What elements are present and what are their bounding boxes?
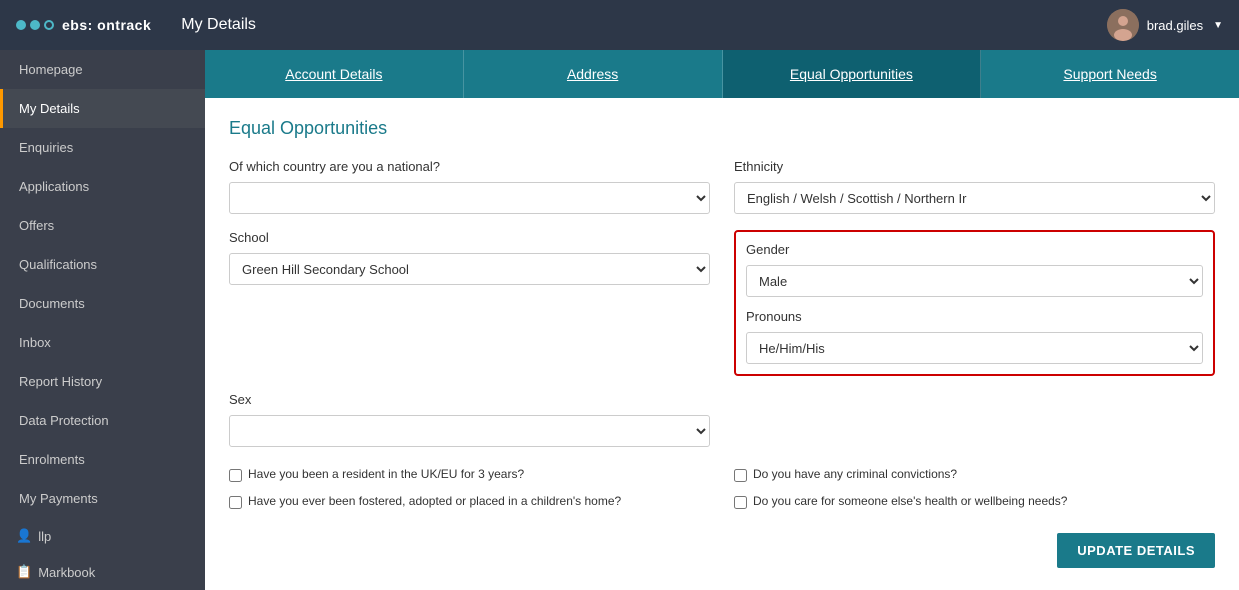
logo-dot-3: [44, 20, 54, 30]
sidebar-label-offers: Offers: [19, 218, 54, 233]
tab-bar: Account Details Address Equal Opportunit…: [205, 50, 1239, 98]
sidebar-label-applications: Applications: [19, 179, 89, 194]
sidebar-label-markbook: Markbook: [38, 565, 95, 580]
form-footer: UPDATE DETAILS: [229, 525, 1215, 580]
checkbox-fostered[interactable]: [229, 496, 242, 509]
checkboxes-grid: Have you been a resident in the UK/EU fo…: [229, 467, 1215, 509]
gender-label: Gender: [746, 242, 1203, 257]
school-label: School: [229, 230, 710, 245]
user-dropdown-arrow: ▼: [1213, 20, 1223, 31]
navbar: ebs: ontrack My Details brad.giles ▼: [0, 0, 1239, 50]
checkbox-item-uk-resident: Have you been a resident in the UK/EU fo…: [229, 467, 710, 482]
sidebar-item-my-details[interactable]: My Details: [0, 89, 205, 128]
ethnicity-label: Ethnicity: [734, 159, 1215, 174]
sidebar-label-my-details: My Details: [19, 101, 80, 116]
checkbox-label-carer: Do you care for someone else's health or…: [753, 494, 1067, 508]
gender-group: Gender Male: [746, 242, 1203, 297]
main-layout: Homepage My Details Enquiries Applicatio…: [0, 50, 1239, 590]
school-group: School Green Hill Secondary School: [229, 230, 710, 376]
form-area: Equal Opportunities Of which country are…: [205, 98, 1239, 590]
sidebar-item-homepage[interactable]: Homepage: [0, 50, 205, 89]
logo-dots: [16, 20, 54, 30]
sidebar-item-llp[interactable]: 👤 llp: [0, 518, 205, 554]
nationality-group: Of which country are you a national?: [229, 159, 710, 214]
logo-dot-1: [16, 20, 26, 30]
sex-select[interactable]: [229, 415, 710, 447]
sidebar-item-inbox[interactable]: Inbox: [0, 323, 205, 362]
checkbox-uk-resident[interactable]: [229, 469, 242, 482]
checkbox-carer[interactable]: [734, 496, 747, 509]
sex-group: Sex: [229, 392, 710, 447]
update-details-button[interactable]: UPDATE DETAILS: [1057, 533, 1215, 568]
logo-text: ebs: ontrack: [62, 17, 151, 33]
checkbox-item-fostered: Have you ever been fostered, adopted or …: [229, 494, 710, 509]
sex-label: Sex: [229, 392, 710, 407]
checkbox-label-uk-resident: Have you been a resident in the UK/EU fo…: [248, 467, 524, 481]
sidebar-label-enquiries: Enquiries: [19, 140, 73, 155]
checkbox-label-criminal: Do you have any criminal convictions?: [753, 467, 957, 481]
pronouns-label: Pronouns: [746, 309, 1203, 324]
section-title: Equal Opportunities: [229, 118, 1215, 139]
sidebar-label-qualifications: Qualifications: [19, 257, 97, 272]
avatar: [1107, 9, 1139, 41]
book-icon: 📋: [16, 564, 32, 580]
logo: ebs: ontrack: [16, 17, 151, 33]
tab-support-needs[interactable]: Support Needs: [981, 50, 1239, 98]
logo-dot-2: [30, 20, 40, 30]
tab-account-details[interactable]: Account Details: [205, 50, 464, 98]
pronouns-select[interactable]: He/Him/His: [746, 332, 1203, 364]
sidebar: Homepage My Details Enquiries Applicatio…: [0, 50, 205, 590]
gender-pronouns-group: Gender Male Pronouns He/Him/His: [734, 230, 1215, 376]
username-label: brad.giles: [1147, 18, 1203, 33]
sidebar-label-llp: llp: [38, 529, 51, 544]
sidebar-item-offers[interactable]: Offers: [0, 206, 205, 245]
page-title: My Details: [181, 16, 1106, 34]
sidebar-item-documents[interactable]: Documents: [0, 284, 205, 323]
sidebar-label-documents: Documents: [19, 296, 85, 311]
sidebar-item-my-payments[interactable]: My Payments: [0, 479, 205, 518]
sidebar-item-enquiries[interactable]: Enquiries: [0, 128, 205, 167]
checkbox-item-carer: Do you care for someone else's health or…: [734, 494, 1215, 509]
sidebar-label-report-history: Report History: [19, 374, 102, 389]
sidebar-item-data-protection[interactable]: Data Protection: [0, 401, 205, 440]
ethnicity-select[interactable]: English / Welsh / Scottish / Northern Ir: [734, 182, 1215, 214]
nationality-select[interactable]: [229, 182, 710, 214]
sidebar-label-homepage: Homepage: [19, 62, 83, 77]
sidebar-item-qualifications[interactable]: Qualifications: [0, 245, 205, 284]
checkbox-item-criminal: Do you have any criminal convictions?: [734, 467, 1215, 482]
sidebar-label-inbox: Inbox: [19, 335, 51, 350]
tab-equal-opportunities[interactable]: Equal Opportunities: [723, 50, 982, 98]
sidebar-item-applications[interactable]: Applications: [0, 167, 205, 206]
pronouns-group: Pronouns He/Him/His: [746, 309, 1203, 364]
gender-select[interactable]: Male: [746, 265, 1203, 297]
tab-address[interactable]: Address: [464, 50, 723, 98]
sidebar-label-data-protection: Data Protection: [19, 413, 109, 428]
checkbox-criminal[interactable]: [734, 469, 747, 482]
ethnicity-group: Ethnicity English / Welsh / Scottish / N…: [734, 159, 1215, 214]
sidebar-item-enrolments[interactable]: Enrolments: [0, 440, 205, 479]
sidebar-label-my-payments: My Payments: [19, 491, 98, 506]
checkbox-label-fostered: Have you ever been fostered, adopted or …: [248, 494, 621, 508]
sidebar-item-report-history[interactable]: Report History: [0, 362, 205, 401]
user-menu[interactable]: brad.giles ▼: [1107, 9, 1223, 41]
sidebar-label-enrolments: Enrolments: [19, 452, 85, 467]
form-grid: Of which country are you a national? Eth…: [229, 159, 1215, 447]
content-area: Account Details Address Equal Opportunit…: [205, 50, 1239, 590]
person-icon: 👤: [16, 528, 32, 544]
sidebar-item-markbook[interactable]: 📋 Markbook: [0, 554, 205, 590]
school-select[interactable]: Green Hill Secondary School: [229, 253, 710, 285]
nationality-label: Of which country are you a national?: [229, 159, 710, 174]
grid-spacer: [734, 392, 1215, 447]
